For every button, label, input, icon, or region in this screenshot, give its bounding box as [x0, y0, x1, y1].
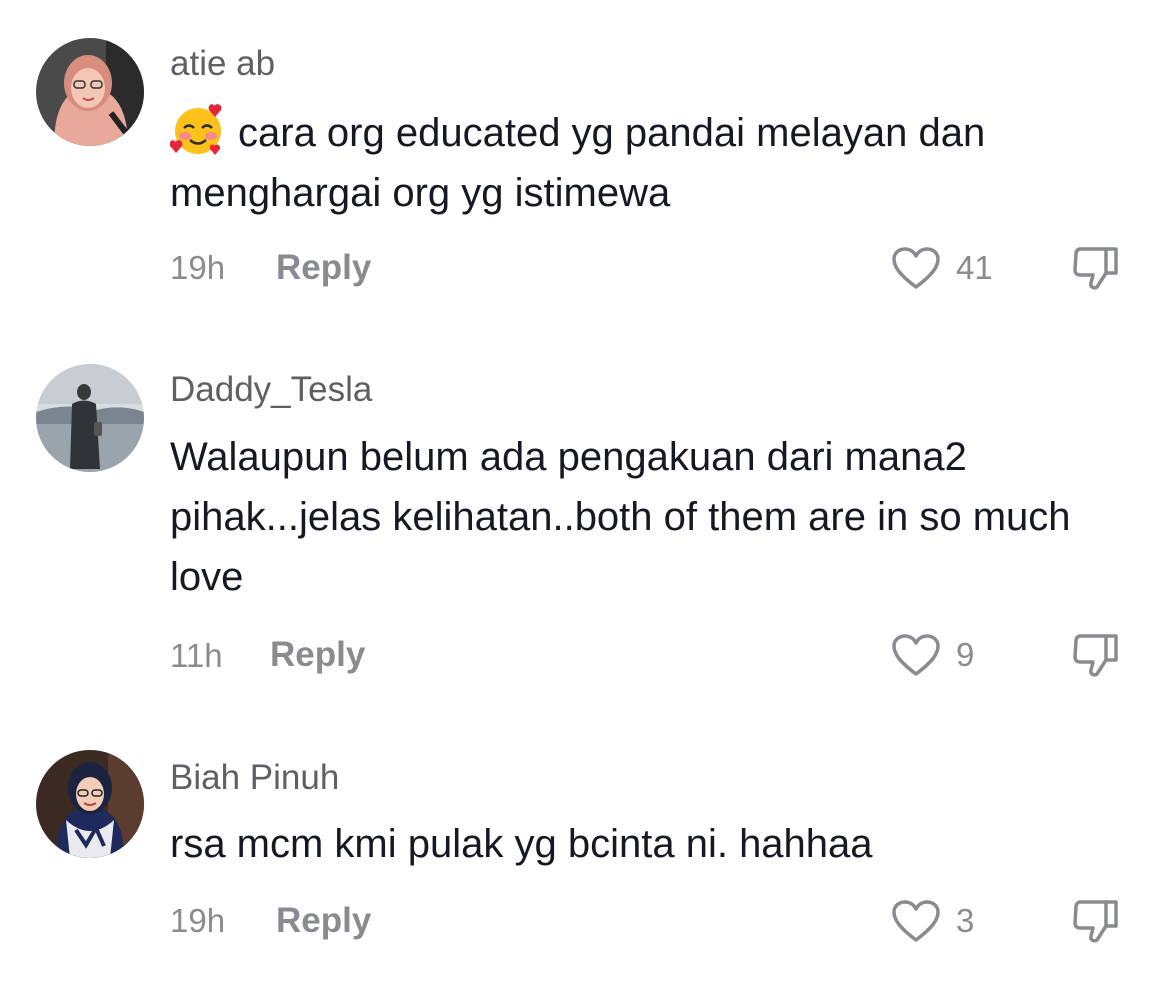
smiling-face-with-hearts-icon: [170, 104, 222, 155]
thumbs-down-icon: [1073, 634, 1118, 677]
comment-item: atie ab cara org educated yg pandai mela…: [0, 0, 1170, 320]
reply-button[interactable]: Reply: [270, 635, 365, 675]
like-button[interactable]: 3: [890, 896, 974, 946]
thumbs-down-icon: [1073, 900, 1118, 943]
reply-button[interactable]: Reply: [276, 901, 371, 941]
dislike-button[interactable]: [1070, 896, 1122, 946]
username[interactable]: Daddy_Tesla: [170, 370, 372, 410]
heart-outline-icon: [892, 247, 940, 289]
comment-text: Walaupun belum ada pengakuan dari mana2 …: [170, 435, 1071, 599]
comment-time: 19h: [170, 902, 226, 939]
comment-text-content: cara org educated yg pandai melayan dan …: [170, 111, 986, 215]
like-count: 41: [956, 249, 993, 286]
avatar-image: [36, 38, 144, 146]
comment-item: Daddy_Tesla Walaupun belum ada pengakuan…: [0, 320, 1170, 710]
like-count: 9: [956, 636, 975, 673]
username[interactable]: atie ab: [170, 44, 275, 84]
comment-text: cara org educated yg pandai melayan dan …: [170, 102, 1150, 223]
heart-outline-icon: [892, 900, 940, 942]
comment-time: 11h: [170, 637, 223, 674]
like-button[interactable]: 41: [890, 243, 993, 293]
comment-item: Biah Pinuh rsa mcm kmi pulak yg bcinta n…: [0, 710, 1170, 988]
like-button[interactable]: 9: [890, 630, 974, 680]
dislike-button[interactable]: [1070, 630, 1122, 680]
dislike-button[interactable]: [1070, 243, 1122, 293]
avatar-image: [36, 750, 144, 858]
comment-text: rsa mcm kmi pulak yg bcinta ni. hahhaa: [170, 822, 873, 866]
avatar[interactable]: [36, 750, 144, 858]
heart-outline-icon: [892, 634, 940, 676]
thumbs-down-icon: [1073, 247, 1118, 290]
like-count: 3: [956, 902, 975, 939]
username[interactable]: Biah Pinuh: [170, 758, 339, 798]
comment-time: 19h: [170, 249, 226, 286]
avatar[interactable]: [36, 38, 144, 146]
reply-button[interactable]: Reply: [276, 248, 371, 288]
avatar-image: [36, 364, 144, 472]
avatar[interactable]: [36, 364, 144, 472]
